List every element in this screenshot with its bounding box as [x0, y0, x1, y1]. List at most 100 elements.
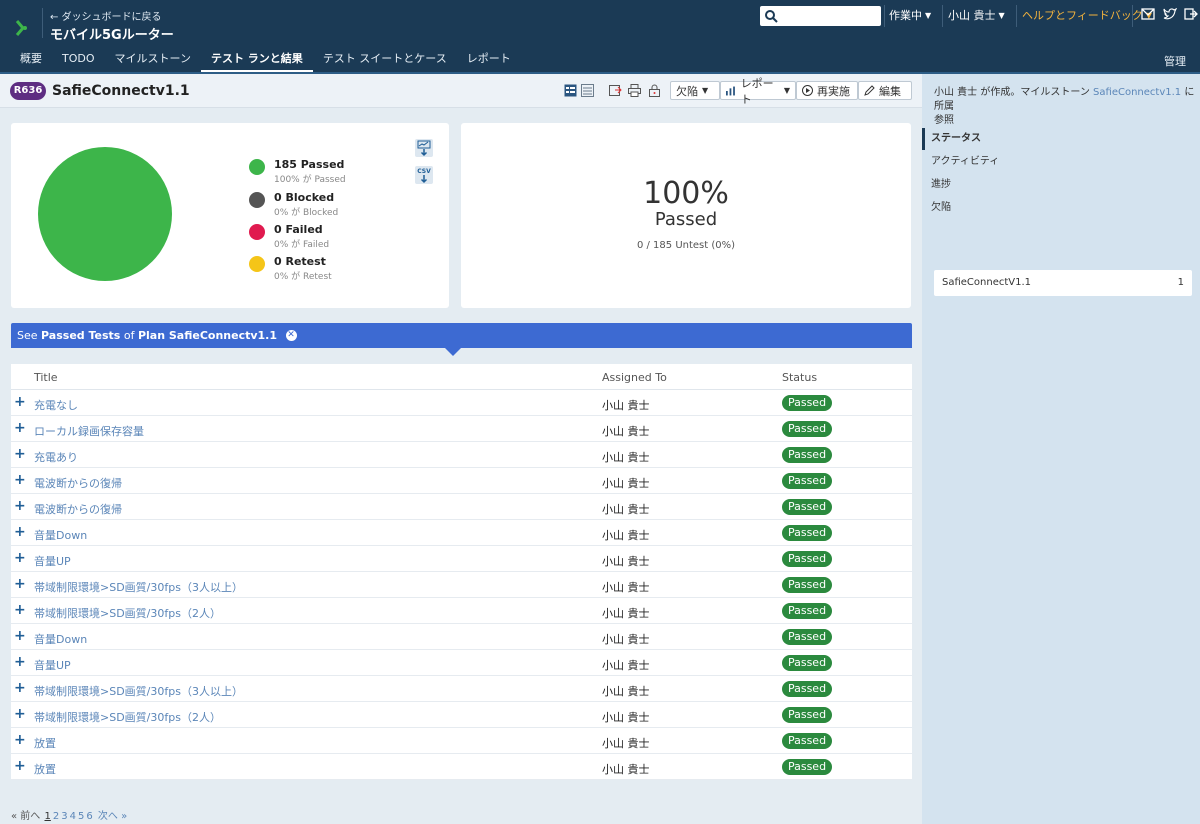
app-logo-icon[interactable] [14, 18, 30, 38]
status-badge[interactable]: Passed [782, 759, 832, 775]
mail-icon[interactable] [1141, 8, 1155, 20]
table-row[interactable]: + 放置 小山 貴士 Passed [11, 754, 912, 780]
expand-icon[interactable]: + [14, 446, 26, 462]
pagination-prev[interactable]: « 前へ [11, 811, 40, 822]
print-icon[interactable] [628, 84, 641, 97]
column-status[interactable]: Status [782, 371, 817, 384]
test-title-link[interactable]: 帯域制限環境>SD画質/30fps（2人） [34, 709, 221, 725]
pagination-page[interactable]: 6 [86, 811, 92, 822]
expand-icon[interactable]: + [14, 524, 26, 540]
milestone-link[interactable]: SafieConnectv1.1 [1093, 87, 1181, 98]
test-title-link[interactable]: 充電なし [34, 397, 78, 413]
expand-icon[interactable]: + [14, 420, 26, 436]
expand-icon[interactable]: + [14, 550, 26, 566]
pagination-page[interactable]: 2 [53, 811, 59, 822]
test-title-link[interactable]: 電波断からの復帰 [34, 475, 122, 491]
expand-icon[interactable]: + [14, 732, 26, 748]
twitter-icon[interactable] [1163, 8, 1177, 20]
status-badge[interactable]: Passed [782, 525, 832, 541]
expand-icon[interactable]: + [14, 472, 26, 488]
sidebar-tab-activity[interactable]: アクティビティ [922, 151, 1200, 173]
expand-icon[interactable]: + [14, 758, 26, 774]
test-title-link[interactable]: 帯域制限環境>SD画質/30fps（3人以上） [34, 579, 243, 595]
table-row[interactable]: + 充電あり 小山 貴士 Passed [11, 442, 912, 468]
test-title-link[interactable]: 音量Down [34, 527, 87, 543]
status-badge[interactable]: Passed [782, 577, 832, 593]
test-title-link[interactable]: ローカル録画保存容量 [34, 423, 144, 439]
column-title[interactable]: Title [34, 371, 58, 384]
pagination-page[interactable]: 3 [61, 811, 67, 822]
lock-icon[interactable] [648, 84, 661, 97]
table-row[interactable]: + 音量Down 小山 貴士 Passed [11, 624, 912, 650]
expand-icon[interactable]: + [14, 576, 26, 592]
column-assigned-to[interactable]: Assigned To [602, 371, 667, 384]
pagination-page[interactable]: 4 [70, 811, 76, 822]
tab-reports[interactable]: レポート [457, 50, 521, 72]
edit-button[interactable]: 編集 [858, 81, 912, 100]
sidebar-tab-defects[interactable]: 欠陥 [922, 197, 1200, 219]
tab-overview[interactable]: 概要 [0, 50, 52, 72]
milestone-card[interactable]: SafieConnectV1.1 1 [934, 270, 1192, 296]
tab-test-suites[interactable]: テスト スイートとケース [313, 50, 457, 72]
expand-icon[interactable]: + [14, 680, 26, 696]
expand-icon[interactable]: + [14, 498, 26, 514]
expand-icon[interactable]: + [14, 654, 26, 670]
tab-test-runs[interactable]: テスト ランと結果 [200, 50, 313, 72]
expand-icon[interactable]: + [14, 628, 26, 644]
table-row[interactable]: + 音量UP 小山 貴士 Passed [11, 546, 912, 572]
sidebar-tab-status[interactable]: ステータス [922, 128, 1200, 150]
details-view-icon[interactable] [564, 84, 577, 97]
status-badge[interactable]: Passed [782, 447, 832, 463]
table-row[interactable]: + 帯域制限環境>SD画質/30fps（3人以上） 小山 貴士 Passed [11, 676, 912, 702]
search-input[interactable] [760, 6, 881, 26]
expand-icon[interactable]: + [14, 706, 26, 722]
expand-icon[interactable]: + [14, 394, 26, 410]
test-title-link[interactable]: 音量UP [34, 553, 71, 569]
status-badge[interactable]: Passed [782, 655, 832, 671]
report-dropdown[interactable]: レポート ▼ [720, 77, 796, 106]
clear-filter-icon[interactable]: ✕ [285, 329, 297, 341]
status-badge[interactable]: Passed [782, 707, 832, 723]
status-badge[interactable]: Passed [782, 395, 832, 411]
test-title-link[interactable]: 帯域制限環境>SD画質/30fps（3人以上） [34, 683, 243, 699]
tab-admin[interactable]: 管理 [1164, 53, 1186, 69]
logout-icon[interactable] [1184, 8, 1198, 20]
table-row[interactable]: + 音量Down 小山 貴士 Passed [11, 520, 912, 546]
status-badge[interactable]: Passed [782, 499, 832, 515]
status-badge[interactable]: Passed [782, 681, 832, 697]
export-icon[interactable] [609, 84, 622, 97]
download-chart-icon[interactable] [415, 139, 433, 157]
pie-slice-passed[interactable] [38, 147, 172, 281]
table-row[interactable]: + 帯域制限環境>SD画質/30fps（2人） 小山 貴士 Passed [11, 598, 912, 624]
table-row[interactable]: + 電波断からの復帰 小山 貴士 Passed [11, 494, 912, 520]
test-title-link[interactable]: 放置 [34, 735, 56, 751]
download-csv-icon[interactable]: CSV [415, 166, 433, 184]
sidebar-tab-progress[interactable]: 進捗 [922, 174, 1200, 196]
test-title-link[interactable]: 放置 [34, 761, 56, 777]
status-badge[interactable]: Passed [782, 603, 832, 619]
pagination-next[interactable]: 次へ » [98, 811, 127, 822]
table-row[interactable]: + 充電なし 小山 貴士 Passed [11, 390, 912, 416]
status-badge[interactable]: Passed [782, 421, 832, 437]
table-row[interactable]: + 電波断からの復帰 小山 貴士 Passed [11, 468, 912, 494]
tab-todo[interactable]: TODO [52, 50, 105, 72]
status-badge[interactable]: Passed [782, 733, 832, 749]
test-title-link[interactable]: 帯域制限環境>SD画質/30fps（2人） [34, 605, 221, 621]
status-badge[interactable]: Passed [782, 473, 832, 489]
rerun-button[interactable]: 再実施 [796, 81, 858, 100]
status-badge[interactable]: Passed [782, 629, 832, 645]
pagination-page[interactable]: 5 [78, 811, 84, 822]
pagination-page[interactable]: 1 [44, 811, 50, 822]
test-title-link[interactable]: 電波断からの復帰 [34, 501, 122, 517]
table-row[interactable]: + ローカル録画保存容量 小山 貴士 Passed [11, 416, 912, 442]
back-to-dashboard-link[interactable]: ← ダッシュボードに戻る [50, 8, 162, 23]
test-title-link[interactable]: 充電あり [34, 449, 78, 465]
test-title-link[interactable]: 音量Down [34, 631, 87, 647]
table-row[interactable]: + 音量UP 小山 貴士 Passed [11, 650, 912, 676]
expand-icon[interactable]: + [14, 602, 26, 618]
table-row[interactable]: + 放置 小山 貴士 Passed [11, 728, 912, 754]
table-row[interactable]: + 帯域制限環境>SD画質/30fps（2人） 小山 貴士 Passed [11, 702, 912, 728]
status-badge[interactable]: Passed [782, 551, 832, 567]
working-menu[interactable]: 作業中 ▼ [889, 7, 931, 23]
table-row[interactable]: + 帯域制限環境>SD画質/30fps（3人以上） 小山 貴士 Passed [11, 572, 912, 598]
